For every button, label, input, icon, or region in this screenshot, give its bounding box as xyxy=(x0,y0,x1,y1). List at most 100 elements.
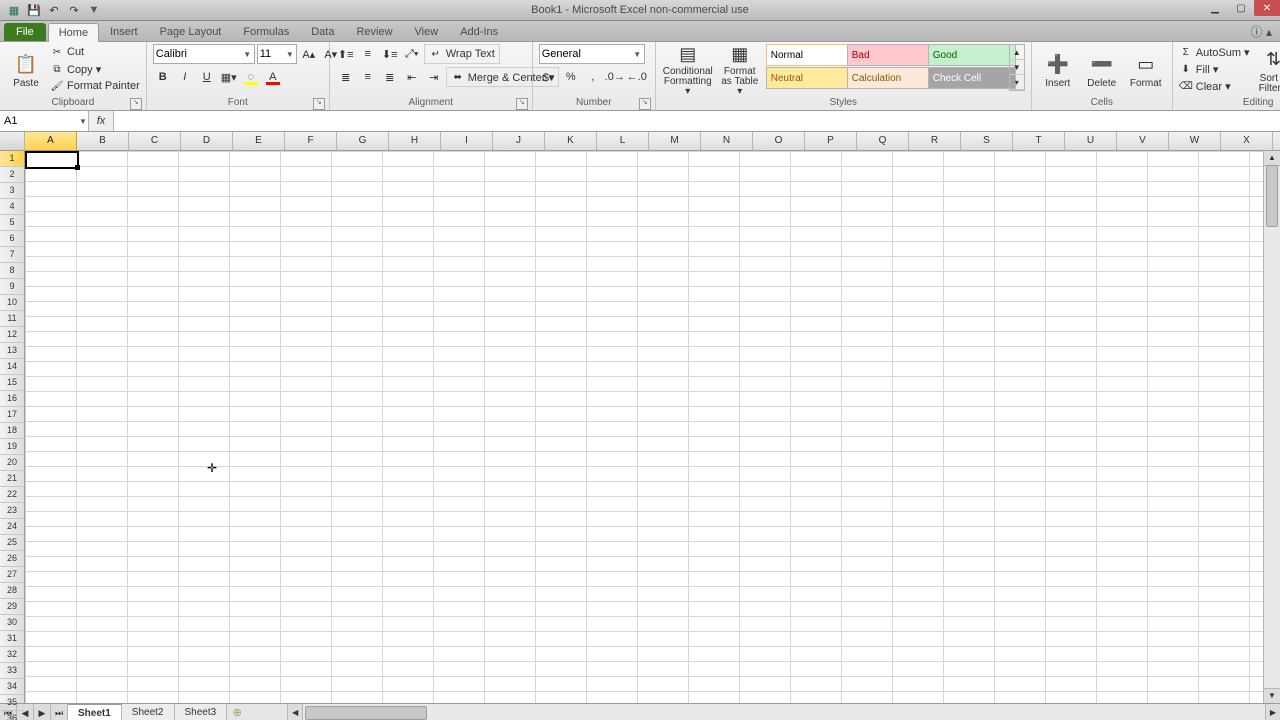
column-header-I[interactable]: I xyxy=(441,132,493,150)
fx-button[interactable]: fx xyxy=(91,111,111,131)
align-middle-button[interactable]: ≡ xyxy=(358,44,378,64)
cell-grid[interactable]: ✛ xyxy=(25,151,1263,703)
tab-review[interactable]: Review xyxy=(345,22,403,41)
column-header-W[interactable]: W xyxy=(1169,132,1221,150)
close-button[interactable]: ✕ xyxy=(1254,0,1280,16)
tab-data[interactable]: Data xyxy=(300,22,345,41)
minimize-button[interactable]: ▁ xyxy=(1202,0,1228,16)
increase-decimal-button[interactable]: .0→ xyxy=(605,67,625,87)
scroll-left-button[interactable]: ◀ xyxy=(288,704,303,720)
redo-icon[interactable]: ↷ xyxy=(66,2,82,18)
select-all-corner[interactable] xyxy=(0,132,25,150)
decrease-indent-button[interactable]: ⇤ xyxy=(402,67,422,87)
format-painter-button[interactable]: 🖌Format Painter xyxy=(50,78,140,94)
column-header-P[interactable]: P xyxy=(805,132,857,150)
format-as-table-button[interactable]: ▦ Format as Table ▾ xyxy=(718,44,762,96)
formula-bar[interactable] xyxy=(114,111,1280,131)
column-header-X[interactable]: X xyxy=(1221,132,1273,150)
scroll-right-button[interactable]: ▶ xyxy=(1265,704,1280,720)
row-header-17[interactable]: 17 xyxy=(0,407,24,423)
bold-button[interactable]: B xyxy=(153,67,173,87)
vertical-scrollbar[interactable]: ▲ ▼ xyxy=(1263,151,1280,703)
help-icon[interactable]: ⓘ ▴ xyxy=(1251,23,1272,40)
style-good[interactable]: Good xyxy=(928,44,1016,66)
tab-home[interactable]: Home xyxy=(48,23,99,42)
column-header-E[interactable]: E xyxy=(233,132,285,150)
column-header-Q[interactable]: Q xyxy=(857,132,909,150)
underline-button[interactable]: U xyxy=(197,67,217,87)
decrease-decimal-button[interactable]: ←.0 xyxy=(627,67,647,87)
conditional-formatting-button[interactable]: ▤ Conditional Formatting ▾ xyxy=(662,44,714,96)
row-header-2[interactable]: 2 xyxy=(0,167,24,183)
row-header-8[interactable]: 8 xyxy=(0,263,24,279)
column-header-B[interactable]: B xyxy=(77,132,129,150)
hscroll-thumb[interactable] xyxy=(305,706,427,720)
row-header-33[interactable]: 33 xyxy=(0,663,24,679)
autosum-button[interactable]: ΣAutoSum ▾ xyxy=(1179,44,1250,60)
column-header-S[interactable]: S xyxy=(961,132,1013,150)
format-cells-button[interactable]: ▭Format xyxy=(1126,44,1166,96)
row-header-24[interactable]: 24 xyxy=(0,519,24,535)
sheet-nav-last[interactable]: ⏭ xyxy=(51,704,68,720)
percent-format-button[interactable]: % xyxy=(561,67,581,87)
row-header-14[interactable]: 14 xyxy=(0,359,24,375)
cell-styles-gallery[interactable]: NormalBadGoodNeutralCalculationCheck Cel… xyxy=(766,44,1008,91)
save-icon[interactable]: 💾 xyxy=(26,2,42,18)
accounting-format-button[interactable]: $▾ xyxy=(539,67,559,87)
scroll-up-button[interactable]: ▲ xyxy=(1264,151,1280,166)
name-box[interactable]: ▼ xyxy=(0,111,89,131)
scroll-down-button[interactable]: ▼ xyxy=(1264,688,1280,703)
row-header-7[interactable]: 7 xyxy=(0,247,24,263)
fill-button[interactable]: ⬇Fill ▾ xyxy=(1179,61,1250,77)
align-top-button[interactable]: ⬆≡ xyxy=(336,44,356,64)
alignment-dialog-launcher[interactable]: ↘ xyxy=(516,98,528,110)
new-sheet-button[interactable]: ⊕ xyxy=(227,704,247,720)
font-size-combo[interactable]: ▼ xyxy=(257,44,297,64)
delete-cells-button[interactable]: ➖Delete xyxy=(1082,44,1122,96)
font-color-button[interactable]: A xyxy=(263,67,283,87)
column-header-H[interactable]: H xyxy=(389,132,441,150)
number-format-combo[interactable]: ▼ xyxy=(539,44,645,64)
row-header-6[interactable]: 6 xyxy=(0,231,24,247)
row-header-30[interactable]: 30 xyxy=(0,615,24,631)
tab-insert[interactable]: Insert xyxy=(99,22,149,41)
row-header-36[interactable]: 36 xyxy=(0,711,24,720)
copy-button[interactable]: ⧉Copy ▾ xyxy=(50,61,140,77)
row-header-19[interactable]: 19 xyxy=(0,439,24,455)
style-normal[interactable]: Normal xyxy=(766,44,854,66)
row-header-13[interactable]: 13 xyxy=(0,343,24,359)
orientation-button[interactable]: ⤢▾ xyxy=(402,44,422,64)
column-header-D[interactable]: D xyxy=(181,132,233,150)
row-header-22[interactable]: 22 xyxy=(0,487,24,503)
style-neutral[interactable]: Neutral xyxy=(766,67,854,89)
column-header-A[interactable]: A xyxy=(25,132,77,150)
sheet-nav-next[interactable]: ▶ xyxy=(34,704,51,720)
font-dialog-launcher[interactable]: ↘ xyxy=(313,98,325,110)
comma-format-button[interactable]: , xyxy=(583,67,603,87)
chevron-down-icon[interactable]: ▼ xyxy=(78,117,88,126)
column-header-O[interactable]: O xyxy=(753,132,805,150)
increase-indent-button[interactable]: ⇥ xyxy=(424,67,444,87)
clipboard-dialog-launcher[interactable]: ↘ xyxy=(130,98,142,110)
gallery-down-button[interactable]: ▼ xyxy=(1010,60,1024,75)
vscroll-thumb[interactable] xyxy=(1266,165,1278,227)
align-right-button[interactable]: ≣ xyxy=(380,67,400,87)
column-header-J[interactable]: J xyxy=(493,132,545,150)
maximize-button[interactable]: ▢ xyxy=(1228,0,1254,16)
column-header-G[interactable]: G xyxy=(337,132,389,150)
row-header-18[interactable]: 18 xyxy=(0,423,24,439)
gallery-up-button[interactable]: ▲ xyxy=(1010,45,1024,60)
column-header-C[interactable]: C xyxy=(129,132,181,150)
row-header-32[interactable]: 32 xyxy=(0,647,24,663)
column-header-M[interactable]: M xyxy=(649,132,701,150)
column-header-N[interactable]: N xyxy=(701,132,753,150)
clear-button[interactable]: ⌫Clear ▾ xyxy=(1179,78,1250,94)
row-header-10[interactable]: 10 xyxy=(0,295,24,311)
wrap-text-button[interactable]: ↵Wrap Text xyxy=(424,44,500,64)
column-header-K[interactable]: K xyxy=(545,132,597,150)
style-calculation[interactable]: Calculation xyxy=(847,67,935,89)
row-header-15[interactable]: 15 xyxy=(0,375,24,391)
row-header-25[interactable]: 25 xyxy=(0,535,24,551)
style-check-cell[interactable]: Check Cell xyxy=(928,67,1016,89)
horizontal-scrollbar[interactable]: ◀ ▶ xyxy=(287,704,1280,720)
